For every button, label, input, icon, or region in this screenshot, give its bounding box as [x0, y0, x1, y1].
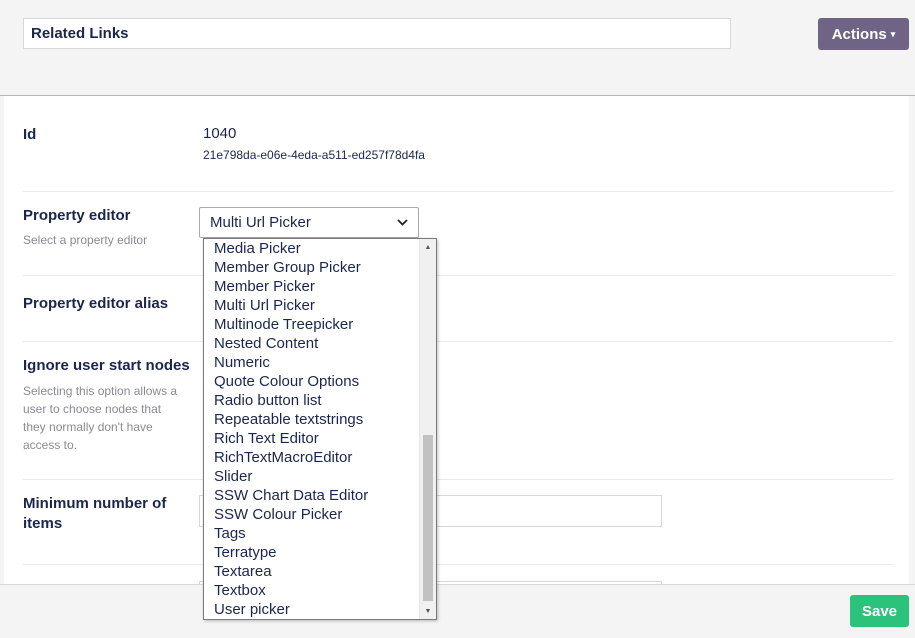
- dropdown-option[interactable]: Slider: [204, 467, 420, 486]
- dropdown-option[interactable]: Quote Colour Options: [204, 372, 420, 391]
- dropdown-option[interactable]: Textarea: [204, 562, 420, 581]
- scroll-down-arrow-icon[interactable]: ▼: [420, 603, 436, 619]
- ignore-start-nodes-row: Ignore user start nodes Selecting this o…: [23, 342, 893, 480]
- caret-down-icon: ▾: [890, 28, 896, 39]
- id-number: 1040: [203, 125, 237, 142]
- id-row: Id 1040 21e798da-e06e-4eda-a511-ed257f78…: [23, 96, 893, 192]
- dropdown-option[interactable]: Media Picker: [204, 239, 420, 258]
- alias-row: Property editor alias: [23, 276, 893, 342]
- id-label: Id: [23, 126, 37, 143]
- property-editor-dropdown-list[interactable]: Media Picker Member Group Picker Member Pi…: [203, 238, 437, 620]
- dropdown-options: Media Picker Member Group Picker Member Pi…: [204, 239, 420, 619]
- scroll-up-arrow-icon[interactable]: ▲: [420, 239, 436, 255]
- dropdown-option[interactable]: Member Group Picker: [204, 258, 420, 277]
- save-button[interactable]: Save: [850, 595, 909, 627]
- ignore-start-nodes-label: Ignore user start nodes: [23, 357, 190, 374]
- name-input[interactable]: [23, 18, 731, 49]
- footer-bar: [0, 584, 915, 638]
- chevron-down-icon: [397, 217, 408, 229]
- property-editor-select[interactable]: Multi Url Picker: [199, 207, 419, 238]
- dropdown-option[interactable]: SSW Colour Picker: [204, 505, 420, 524]
- dropdown-option[interactable]: Multi Url Picker: [204, 296, 420, 315]
- dropdown-option[interactable]: Tags: [204, 524, 420, 543]
- dropdown-option[interactable]: SSW Chart Data Editor: [204, 486, 420, 505]
- ignore-start-nodes-description: Selecting this option allows a user to c…: [23, 384, 178, 452]
- actions-label: Actions: [831, 25, 887, 43]
- dropdown-option[interactable]: Member Picker: [204, 277, 420, 296]
- dropdown-option[interactable]: Terratype: [204, 543, 420, 562]
- dropdown-option[interactable]: Nested Content: [204, 334, 420, 353]
- actions-button[interactable]: Actions ▾: [818, 18, 909, 50]
- property-editor-description: Select a property editor: [23, 233, 148, 247]
- scrollbar[interactable]: ▲ ▼: [419, 239, 436, 619]
- property-editor-label: Property editor: [23, 207, 131, 224]
- dropdown-option[interactable]: Numeric: [204, 353, 420, 372]
- dropdown-option[interactable]: Repeatable textstrings: [204, 410, 420, 429]
- alias-label: Property editor alias: [23, 295, 169, 312]
- property-editor-selected: Multi Url Picker: [210, 214, 311, 231]
- dropdown-option[interactable]: Radio button list: [204, 391, 420, 410]
- dropdown-option[interactable]: Multinode Treepicker: [204, 315, 420, 334]
- id-guid: 21e798da-e06e-4eda-a511-ed257f78d4fa: [203, 148, 425, 162]
- dropdown-option[interactable]: Rich Text Editor: [204, 429, 420, 448]
- scroll-thumb[interactable]: [423, 435, 433, 601]
- dropdown-option[interactable]: User picker: [204, 600, 420, 619]
- dropdown-option[interactable]: Textbox: [204, 581, 420, 600]
- property-editor-row: Property editor Select a property editor: [23, 192, 893, 276]
- min-items-label: Minimum number of items: [23, 495, 167, 532]
- dropdown-option[interactable]: RichTextMacroEditor: [204, 448, 420, 467]
